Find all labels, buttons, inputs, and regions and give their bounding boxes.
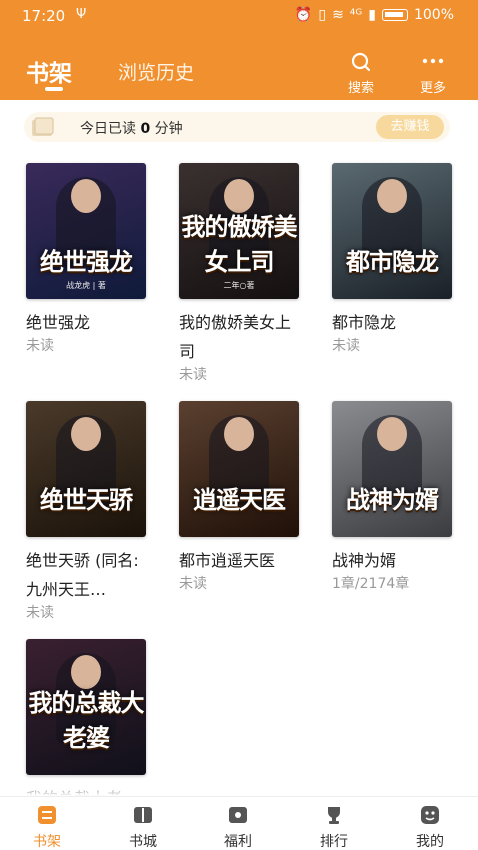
book-item[interactable]: 绝世强龙 战龙虎 | 著绝世强龙 未读 xyxy=(26,163,148,355)
search-button[interactable]: 搜索 xyxy=(348,51,374,96)
profile-icon xyxy=(421,806,439,824)
reading-time-text: 今日已读 0 分钟 xyxy=(80,121,183,137)
usb-icon: Ψ xyxy=(76,7,87,22)
battery-icon xyxy=(381,9,408,21)
book-read-status: 未读 xyxy=(179,576,207,592)
book-cover[interactable]: 我的傲娇美女上司二年○著 xyxy=(179,163,299,299)
scroll-fade xyxy=(0,780,478,796)
earn-money-button[interactable]: 去赚钱 xyxy=(376,115,444,139)
book-title: 我的傲娇美女上司 xyxy=(179,313,292,361)
cover-figure-head xyxy=(377,179,407,213)
status-time: 17:20 xyxy=(22,7,66,25)
book-cover[interactable]: 战神为婿 xyxy=(332,401,452,537)
book-cover[interactable]: 绝世强龙战龙虎 | 著 xyxy=(26,163,146,299)
cover-figure-head xyxy=(377,417,407,451)
cover-figure-head xyxy=(71,179,101,213)
cover-title: 我的总裁大老婆 xyxy=(28,689,145,752)
app-header: 17:20 Ψ ⏰ ▯ ≋ ⁴ᴳ ▮ 100% 书架 浏览历史 搜索 更多 xyxy=(0,0,478,100)
nav-ranking[interactable]: 排行 xyxy=(304,803,364,850)
tab-indicator xyxy=(45,87,63,91)
signal-icon: ▮ xyxy=(368,7,376,23)
cover-title: 我的傲娇美女上司 xyxy=(181,213,298,276)
cover-figure-head xyxy=(71,417,101,451)
search-label: 搜索 xyxy=(348,81,375,96)
nav-welfare[interactable]: 福利 xyxy=(208,803,268,850)
more-button[interactable]: 更多 xyxy=(420,51,446,96)
cover-figure-head xyxy=(224,417,254,451)
book-title: 绝世天骄 (同名:九州天王… xyxy=(26,551,139,599)
book-read-status: 未读 xyxy=(332,338,360,354)
cover-title: 都市隐龙 xyxy=(346,248,439,276)
vibrate-icon: ▯ xyxy=(318,7,327,23)
reading-time-bar: 今日已读 0 分钟 去赚钱 xyxy=(24,112,450,142)
book-title: 绝世强龙 xyxy=(26,313,91,332)
trophy-icon xyxy=(328,807,340,824)
book-read-status: 未读 xyxy=(26,338,54,354)
more-label: 更多 xyxy=(420,81,447,96)
book-cover[interactable]: 绝世天骄 xyxy=(26,401,146,537)
book-stack-icon xyxy=(32,117,54,136)
book-item[interactable]: 都市隐龙 都市隐龙 未读 xyxy=(332,163,454,355)
status-right: ⏰ ▯ ≋ ⁴ᴳ ▮ 100% xyxy=(295,7,454,23)
book-title: 都市逍遥天医 xyxy=(179,551,276,570)
book-item[interactable]: 我的傲娇美女上司 二年○著 我的傲娇美女上司 未读 xyxy=(179,163,301,384)
gift-icon xyxy=(229,807,247,823)
tab-bookshelf[interactable]: 书架 xyxy=(26,54,72,88)
book-read-status: 1章/2174章 xyxy=(332,576,410,592)
tab-history[interactable]: 浏览历史 xyxy=(118,58,194,85)
book-cover[interactable]: 都市隐龙 xyxy=(332,163,452,299)
nav-profile[interactable]: 我的 xyxy=(400,803,460,850)
more-icon xyxy=(422,58,444,64)
book-title: 战神为婿 xyxy=(332,551,397,570)
search-icon xyxy=(351,52,371,72)
book-title: 都市隐龙 xyxy=(332,313,397,332)
cover-title: 绝世强龙 xyxy=(40,248,133,276)
book-read-status: 未读 xyxy=(179,367,207,383)
book-icon xyxy=(134,807,152,823)
cover-title: 逍遥天医 xyxy=(193,486,286,514)
alarm-icon: ⏰ xyxy=(294,7,313,23)
battery-text: 100% xyxy=(413,7,454,23)
cover-title: 战神为婿 xyxy=(346,486,439,514)
nav-bookshelf[interactable]: 书架 xyxy=(17,803,77,850)
book-item[interactable]: 逍遥天医都市逍遥天医 未读 xyxy=(179,401,301,593)
cover-author: 战龙虎 | 著 xyxy=(66,281,106,290)
bookshelf-icon xyxy=(38,806,56,824)
wifi-icon: ≋ xyxy=(332,7,344,23)
status-bar: 17:20 Ψ ⏰ ▯ ≋ ⁴ᴳ ▮ 100% xyxy=(0,0,478,32)
network-icon: ⁴ᴳ xyxy=(349,7,363,23)
reading-minutes: 0 xyxy=(140,121,151,137)
nav-bookstore[interactable]: 书城 xyxy=(113,803,173,850)
book-read-status: 未读 xyxy=(26,605,54,621)
book-item[interactable]: 绝世天骄绝世天骄 (同名:九州天王… 未读 xyxy=(26,401,148,622)
book-cover[interactable]: 逍遥天医 xyxy=(179,401,299,537)
book-cover[interactable]: 我的总裁大老婆 xyxy=(26,639,146,775)
book-item[interactable]: 战神为婿 战神为婿 1章/2174章 xyxy=(332,401,454,593)
cover-title: 绝世天骄 xyxy=(40,486,133,514)
bottom-nav: 书架 书城 福利 排行 我的 xyxy=(0,796,478,850)
cover-author: 二年○著 xyxy=(223,281,255,290)
